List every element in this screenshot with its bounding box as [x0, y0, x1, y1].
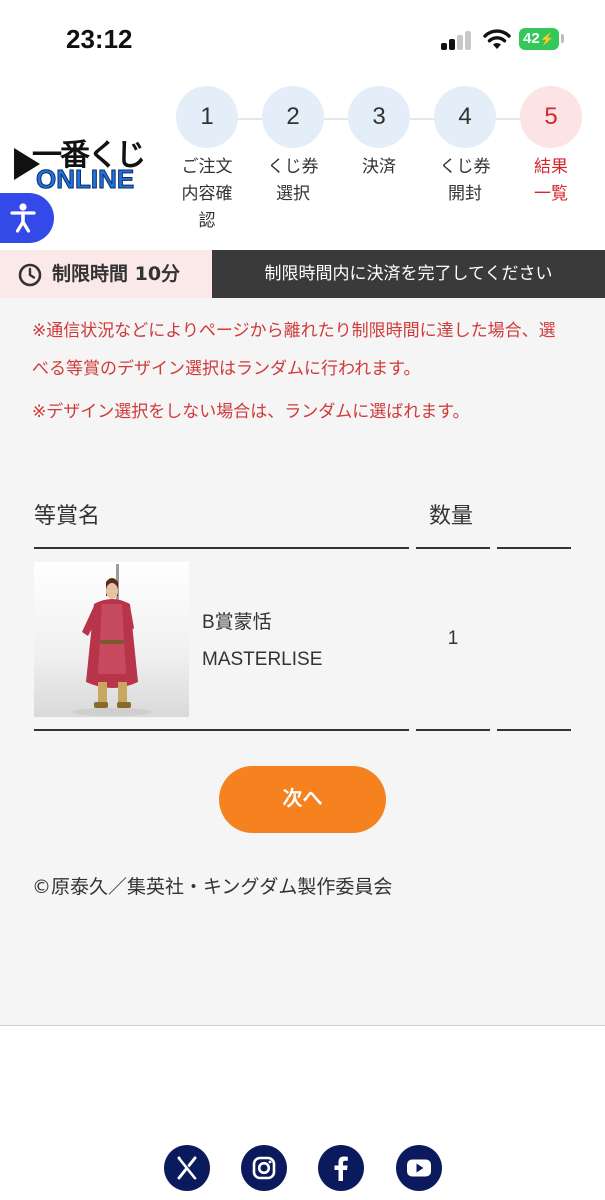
time-limit-bar: 制限時間 10分 制限時間内に決済を完了してください: [0, 250, 605, 298]
step-label-active: 結果 一覧: [534, 157, 568, 204]
step-label: ご注文 内容確 認: [181, 157, 233, 231]
cellular-signal-icon: [441, 30, 473, 50]
battery-tip: [561, 34, 564, 43]
step-ticket-selection: 2 くじ券 選択: [258, 86, 328, 208]
status-time: 23:12: [66, 24, 133, 54]
accessibility-button[interactable]: [0, 193, 54, 243]
row-divider: [497, 729, 571, 731]
column-header-prize-name: 等賞名: [34, 504, 101, 529]
header: 一番くじ ONLINE 1 ご注文 内容確 認 2 くじ券 選択 3 決済 4 …: [0, 78, 605, 250]
step-ticket-opening: 4 くじ券 開封: [430, 86, 500, 208]
youtube-glyph: [407, 1159, 431, 1177]
step-results-list: 5 結果 一覧: [516, 86, 586, 208]
step-order-confirmation: 1 ご注文 内容確 認: [172, 86, 242, 235]
time-limit-message: 制限時間内に決済を完了してください: [212, 250, 605, 298]
step-number-active: 5: [520, 86, 582, 148]
product-image: [34, 562, 189, 717]
facebook-glyph: [334, 1156, 348, 1181]
instagram-glyph: [252, 1156, 276, 1180]
header-divider: [416, 547, 490, 549]
accessibility-person-icon: [10, 203, 36, 233]
footer: [0, 1027, 605, 1200]
step-number: 3: [348, 86, 410, 148]
battery-indicator: 42⚡: [519, 28, 559, 50]
product-name: B賞蒙恬 MASTERLISE: [202, 604, 322, 678]
step-payment: 3 決済: [344, 86, 414, 181]
step-label: くじ券 開封: [439, 157, 491, 204]
product-quantity: 1: [447, 628, 459, 649]
header-divider: [497, 547, 571, 549]
step-number: 4: [434, 86, 496, 148]
time-limit-label: 制限時間 10分: [52, 263, 181, 285]
product-name-line2: MASTERLISE: [202, 649, 323, 670]
next-button[interactable]: 次へ: [219, 766, 386, 833]
header-divider: [34, 547, 409, 549]
main-content: ※通信状況などによりページから離れたり制限時間に達した場合、選べる等賞のデザイン…: [0, 298, 605, 1026]
youtube-icon[interactable]: [396, 1145, 442, 1191]
instagram-icon[interactable]: [241, 1145, 287, 1191]
step-number: 1: [176, 86, 238, 148]
product-name-line1: B賞蒙恬: [202, 612, 272, 633]
x-glyph: [177, 1156, 198, 1180]
step-label: くじ券 選択: [267, 157, 319, 204]
notice-no-selection: ※デザイン選択をしない場合は、ランダムに選ばれます。: [32, 402, 470, 422]
logo-bottom-text: ONLINE: [35, 164, 135, 195]
figure-illustration: [72, 564, 152, 716]
status-bar: 23:12 42⚡: [0, 0, 605, 78]
ichiban-kuji-online-logo[interactable]: 一番くじ ONLINE: [14, 130, 154, 196]
x-icon[interactable]: [164, 1145, 210, 1191]
facebook-icon[interactable]: [318, 1145, 364, 1191]
row-divider: [416, 729, 490, 731]
column-header-quantity: 数量: [429, 504, 474, 529]
notice-random-selection: ※通信状況などによりページから離れたり制限時間に達した場合、選べる等賞のデザイン…: [32, 321, 556, 379]
step-label: 決済: [362, 157, 396, 177]
step-number: 2: [262, 86, 324, 148]
copyright-text: ©原泰久／集英社・キングダム製作委員会: [32, 876, 393, 898]
row-divider: [34, 729, 409, 731]
wifi-icon: [483, 29, 511, 49]
clock-icon: [18, 263, 42, 287]
time-limit-badge: 制限時間 10分: [0, 250, 212, 298]
